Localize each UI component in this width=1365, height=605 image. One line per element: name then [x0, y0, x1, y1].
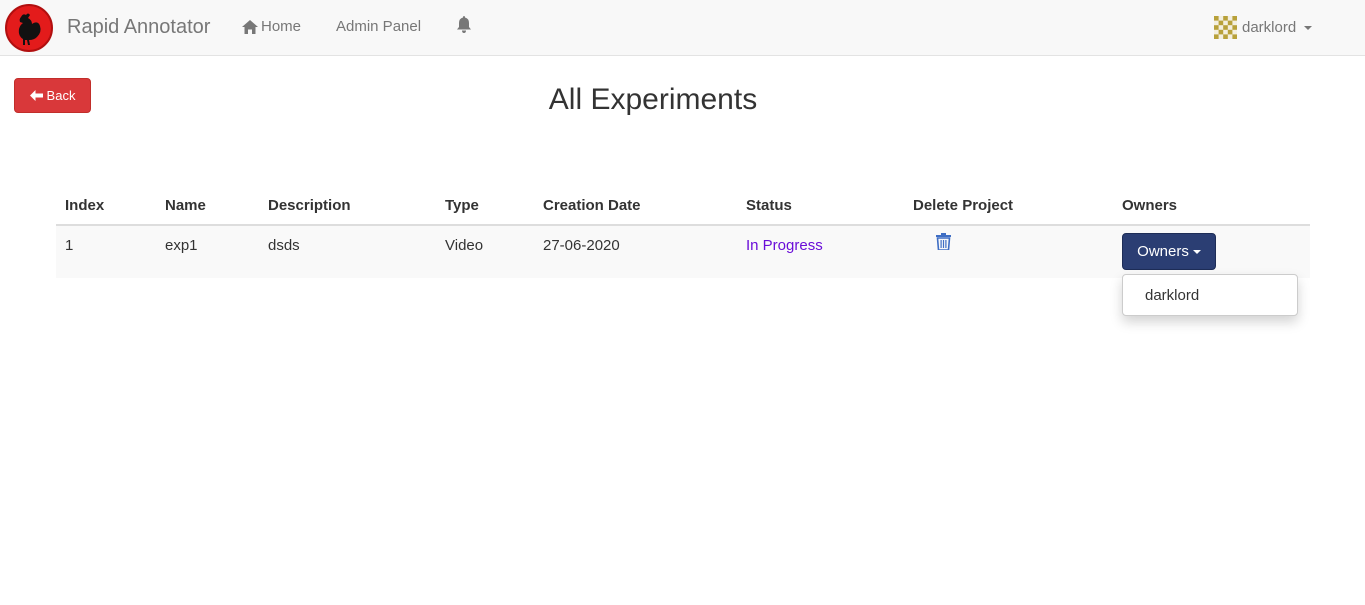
header-name: Name	[165, 197, 206, 214]
header-creation-date: Creation Date	[543, 197, 641, 214]
cell-description: dsds	[268, 237, 300, 254]
user-avatar	[1214, 16, 1237, 39]
cell-name: exp1	[165, 237, 198, 254]
home-icon	[242, 20, 258, 34]
caret-down-icon	[1192, 249, 1201, 254]
cell-status: In Progress	[746, 237, 823, 254]
header-index: Index	[65, 197, 105, 214]
nav-admin-label: Admin Panel	[336, 18, 422, 35]
trash-icon[interactable]	[936, 233, 951, 250]
nav-home-label: Home	[261, 18, 302, 35]
page-title: All Experiments	[548, 83, 758, 116]
navbar: Rapid Annotator Home Admin Panel darklor…	[0, 0, 1365, 56]
experiments-table: Index Name Description Type Creation Dat…	[56, 186, 1310, 278]
header-status: Status	[746, 197, 792, 214]
brand-name[interactable]: Rapid Annotator	[67, 15, 210, 39]
notifications-button[interactable]	[456, 16, 472, 33]
bell-icon	[457, 16, 471, 33]
owners-button-label: Owners	[1137, 243, 1189, 260]
nav-home-link[interactable]: Home	[242, 17, 301, 37]
table-header: Index Name Description Type Creation Dat…	[56, 186, 1310, 226]
cell-index: 1	[65, 237, 74, 254]
rooster-logo[interactable]	[4, 3, 54, 53]
owners-dropdown-button[interactable]: Owners	[1122, 233, 1216, 270]
header-owners: Owners	[1122, 197, 1178, 214]
dropdown-item-owner[interactable]: darklord	[1145, 287, 1199, 305]
owners-dropdown-menu: darklord	[1122, 274, 1298, 316]
header-description: Description	[268, 197, 351, 214]
caret-down-icon	[1304, 25, 1313, 30]
header-type: Type	[445, 197, 479, 214]
cell-type: Video	[445, 237, 484, 254]
user-menu[interactable]: darklord	[1214, 16, 1313, 39]
nav-admin-panel-link[interactable]: Admin Panel	[336, 17, 421, 37]
cell-creation-date: 27-06-2020	[543, 237, 620, 254]
username-label: darklord	[1242, 18, 1297, 36]
table-row: 1 exp1 dsds Video 27-06-2020 In Progress…	[56, 226, 1310, 278]
header-delete-project: Delete Project	[913, 197, 1014, 214]
